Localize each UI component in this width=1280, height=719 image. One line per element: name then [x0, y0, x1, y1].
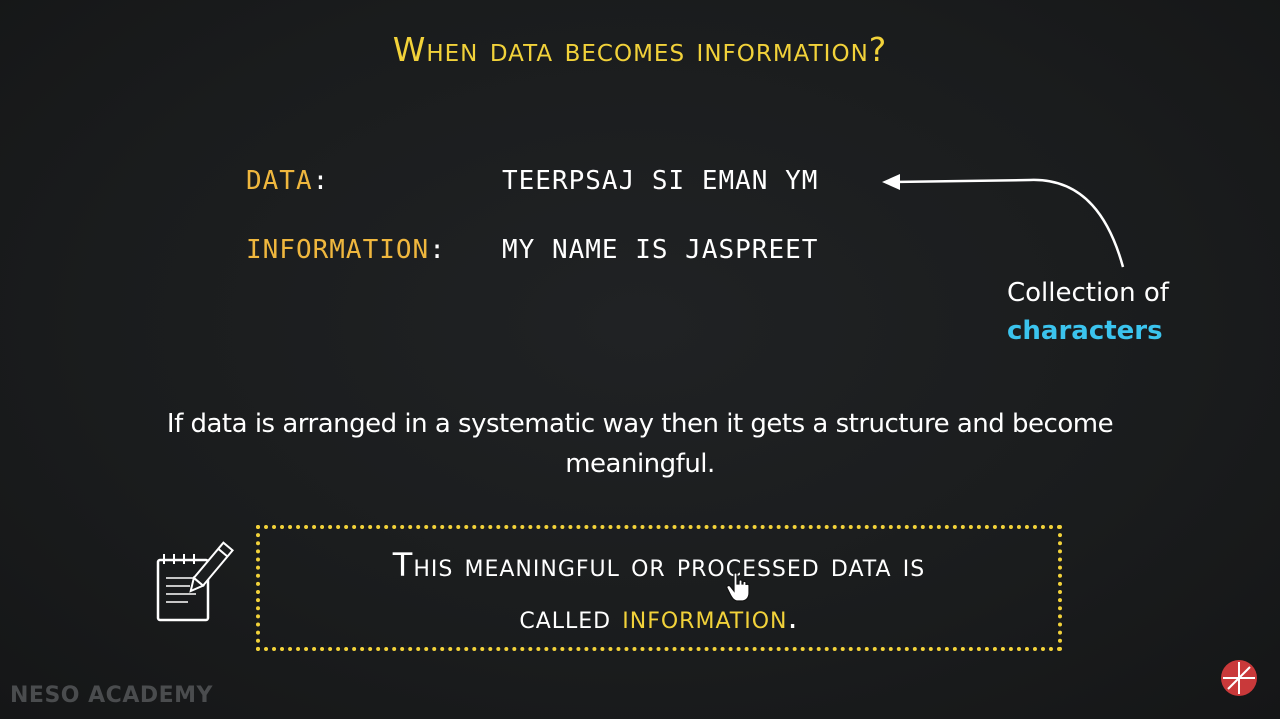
- definition-line-1: This meaningful or processed data is: [392, 546, 926, 584]
- information-label-text: INFORMATION: [246, 235, 430, 265]
- data-value: TEERPSAJ SI EMAN YM: [502, 166, 819, 196]
- annotation-line-1: Collection of: [1007, 278, 1169, 308]
- slide: When data becomes information? DATA: TEE…: [0, 0, 1280, 719]
- definition-box: This meaningful or processed data is cal…: [256, 525, 1062, 651]
- definition-prefix: called: [519, 598, 623, 636]
- neso-logo-icon: [1221, 660, 1257, 696]
- data-label-colon: :: [312, 166, 330, 196]
- notepad-pencil-icon: [156, 541, 235, 622]
- slide-title: When data becomes information?: [392, 30, 888, 69]
- definition-highlight: information: [622, 598, 788, 636]
- data-label: DATA:: [246, 166, 329, 196]
- brand-watermark: NESO ACADEMY: [10, 683, 213, 708]
- annotation-line-2: characters: [1007, 316, 1163, 346]
- curved-arrow-icon: [882, 174, 1125, 268]
- definition-suffix: .: [787, 598, 799, 636]
- hand-cursor-icon: [726, 572, 750, 602]
- definition-line-2: called information.: [260, 591, 1058, 643]
- data-label-text: DATA: [246, 166, 313, 196]
- information-value: MY NAME IS JASPREET: [502, 235, 819, 265]
- statement-text: If data is arranged in a systematic way …: [166, 409, 1114, 479]
- information-label: INFORMATION:: [246, 235, 446, 265]
- information-label-colon: :: [429, 235, 446, 265]
